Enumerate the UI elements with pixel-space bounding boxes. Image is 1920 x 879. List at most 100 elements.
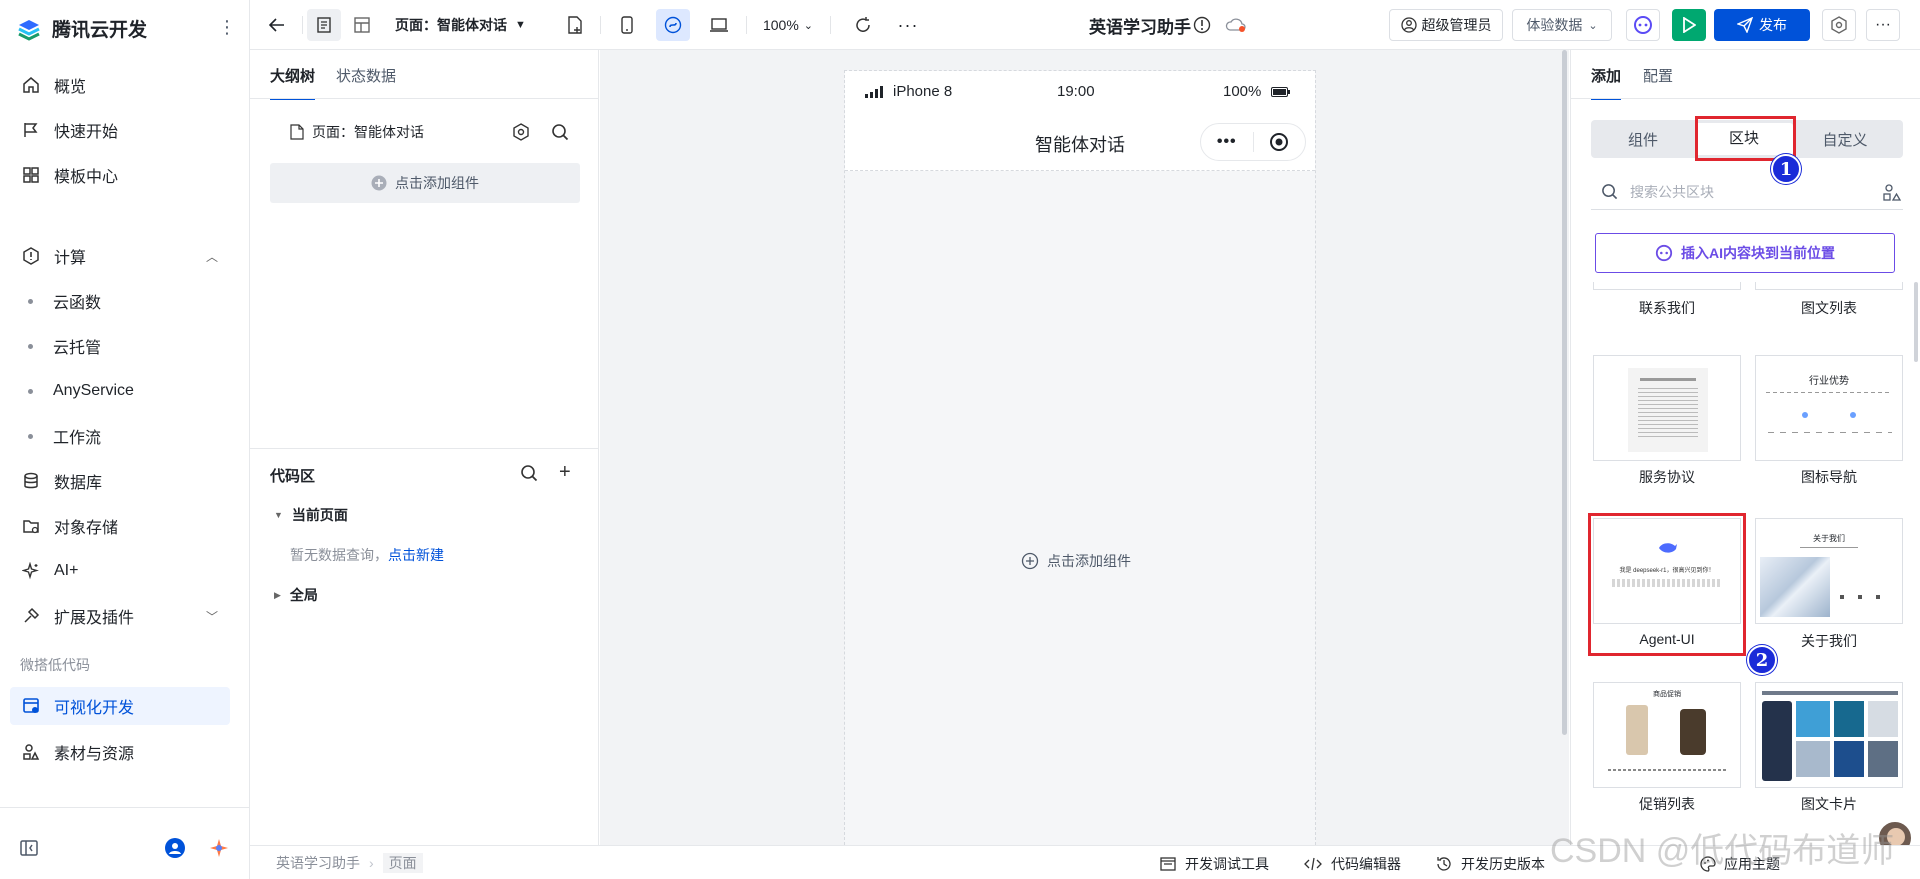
app-logo[interactable]: 腾讯云开发	[16, 15, 147, 42]
zoom-dropdown[interactable]: 100% ⌄	[758, 9, 818, 41]
status-time: 19:00	[1057, 83, 1095, 100]
database-icon	[20, 470, 42, 492]
promo-card-title: 商品促销	[1653, 691, 1681, 698]
tab-add[interactable]: 添加	[1591, 65, 1622, 100]
block-card-about-us[interactable]: 关于我们	[1755, 518, 1903, 624]
block-card-icon-nav[interactable]: 行业优势	[1755, 355, 1903, 461]
settings-icon[interactable]	[1822, 9, 1856, 41]
nav-item-quickstart[interactable]: 快速开始	[10, 111, 230, 149]
code-editor-button[interactable]: 代码编辑器	[1304, 854, 1401, 874]
block-card-service-agreement[interactable]	[1593, 355, 1741, 461]
refresh-icon[interactable]	[848, 9, 878, 41]
page-tree-node[interactable]: 页面：智能体对话	[290, 122, 424, 142]
history-button[interactable]: 开发历史版本	[1436, 854, 1545, 874]
run-preview-button[interactable]	[1672, 9, 1706, 41]
ai-insert-button[interactable]: 插入AI内容块到当前位置	[1595, 233, 1895, 273]
nav-label: 云托管	[53, 340, 102, 357]
new-query-link[interactable]: 点击新建	[388, 547, 444, 563]
nav-label: 模板中心	[54, 169, 119, 186]
publish-button[interactable]: 发布	[1714, 9, 1810, 41]
collapse-nav-icon[interactable]	[20, 840, 38, 856]
nav-item-workflow[interactable]: 工作流	[10, 417, 230, 455]
nav-label: 概览	[54, 79, 87, 96]
current-page-node[interactable]: ▼ 当前页面	[274, 505, 348, 525]
mobile-view-icon[interactable]	[612, 9, 642, 41]
page-file-icon	[290, 124, 304, 140]
block-card-image-card[interactable]	[1755, 682, 1903, 788]
add-page-icon[interactable]	[560, 9, 590, 41]
app-theme-label: 应用主题	[1724, 856, 1780, 872]
ai-assistant-button[interactable]	[1626, 9, 1660, 41]
nav-item-object-storage[interactable]: 对象存储	[10, 507, 230, 545]
breadcrumb: 英语学习助手 › 页面	[276, 852, 423, 874]
data-env-dropdown[interactable]: 体验数据 ⌄	[1512, 9, 1612, 41]
block-grid: 联系我们 图文列表 行业优势 服务协议 图标导航 我是 deepseek-r1，…	[1571, 282, 1911, 845]
app-theme-button[interactable]: 应用主题	[1700, 854, 1780, 874]
tab-config[interactable]: 配置	[1643, 65, 1673, 86]
app-name: 腾讯云开发	[52, 20, 148, 41]
page-selector-dropdown[interactable]: 页面：智能体对话 ▼	[395, 9, 545, 41]
add-component-button[interactable]: 点击添加组件	[270, 163, 580, 203]
block-search-field[interactable]: 搜索公共区块	[1591, 174, 1903, 210]
nav-item-assets[interactable]: 素材与资源	[10, 733, 230, 771]
shapes-filter-icon[interactable]	[1883, 183, 1901, 201]
about-card-title: 关于我们	[1813, 534, 1845, 543]
canvas-add-component[interactable]: 点击添加组件	[1021, 551, 1131, 571]
nav-item-anyservice[interactable]: AnyService	[10, 372, 230, 410]
code-area-title: 代码区	[270, 468, 316, 485]
canvas-scrollbar[interactable]	[1560, 50, 1569, 845]
block-card-promo-list[interactable]: 商品促销	[1593, 682, 1741, 788]
seg-custom[interactable]: 自定义	[1793, 129, 1897, 150]
global-label: 全局	[289, 587, 318, 603]
block-card-contact[interactable]	[1593, 282, 1741, 290]
battery-icon	[1271, 86, 1291, 97]
nav-item-visual-dev[interactable]: 可视化开发	[10, 687, 230, 725]
add-code-icon[interactable]: +	[559, 462, 571, 482]
search-icon[interactable]	[520, 464, 538, 482]
search-icon[interactable]	[551, 123, 569, 141]
nav-item-cloud-function[interactable]: 云函数	[10, 282, 230, 320]
desktop-view-icon[interactable]	[702, 9, 736, 41]
nav-item-cloud-hosting[interactable]: 云托管	[10, 327, 230, 365]
more-options-icon[interactable]: ···	[893, 9, 923, 41]
more-menu-icon[interactable]: ⋮	[218, 18, 236, 36]
capsule-close-icon[interactable]	[1253, 132, 1305, 152]
debug-tools-button[interactable]: 开发调试工具	[1160, 854, 1269, 874]
page-settings-icon[interactable]	[512, 123, 530, 141]
tab-outline-tree[interactable]: 大纲树	[270, 65, 316, 100]
left-navigation: 腾讯云开发 ⋮ 概览 快速开始 模板中心 计算 ︿ 云函数 云托管 AnySer…	[0, 0, 250, 879]
more-menu-icon[interactable]: ···	[1866, 9, 1900, 41]
block-label-image-list: 图文列表	[1801, 300, 1857, 316]
seg-components[interactable]: 组件	[1591, 129, 1695, 150]
capsule-more-icon[interactable]: •••	[1201, 133, 1253, 151]
user-avatar-icon[interactable]	[165, 838, 185, 858]
nav-label: 计算	[54, 250, 87, 267]
nav-item-extensions[interactable]: 扩展及插件 ﹀	[10, 597, 230, 635]
layout-icon[interactable]	[345, 9, 379, 41]
breadcrumb-page[interactable]: 页面	[382, 853, 423, 873]
phone-frame: iPhone 8 19:00 100% 智能体对话 ••• 点击添加组件	[844, 70, 1316, 845]
global-node[interactable]: ▶ 全局	[274, 585, 318, 605]
block-label-promo-list: 促销列表	[1639, 796, 1695, 812]
block-grid-scrollbar[interactable]	[1912, 282, 1920, 845]
info-icon[interactable]	[1190, 9, 1214, 41]
nav-item-overview[interactable]: 概览	[10, 66, 230, 104]
breadcrumb-app[interactable]: 英语学习助手	[276, 853, 360, 873]
page-list-icon[interactable]	[307, 9, 341, 41]
role-switcher[interactable]: 超级管理员	[1389, 9, 1503, 41]
ai-assistant-icon[interactable]	[209, 838, 229, 858]
zoom-label: 100%	[762, 17, 799, 33]
grid-icon	[20, 164, 42, 186]
cloud-status-icon[interactable]	[1222, 9, 1250, 41]
miniprogram-view-icon[interactable]	[656, 9, 690, 41]
current-page-label: 当前页面	[291, 507, 348, 523]
tab-state-data[interactable]: 状态数据	[336, 65, 396, 86]
nav-item-database[interactable]: 数据库	[10, 462, 230, 500]
nav-item-ai[interactable]: AI+	[10, 552, 230, 590]
nav-item-templates[interactable]: 模板中心	[10, 156, 230, 194]
nav-item-compute[interactable]: 计算 ︿	[10, 237, 230, 275]
back-arrow-icon[interactable]	[262, 9, 292, 41]
bottom-status-bar: 英语学习助手 › 页面 开发调试工具 代码编辑器 开发历史版本 应用主题	[250, 845, 1920, 879]
capsule-menu[interactable]: •••	[1200, 123, 1306, 161]
block-card-image-list[interactable]	[1755, 282, 1903, 290]
